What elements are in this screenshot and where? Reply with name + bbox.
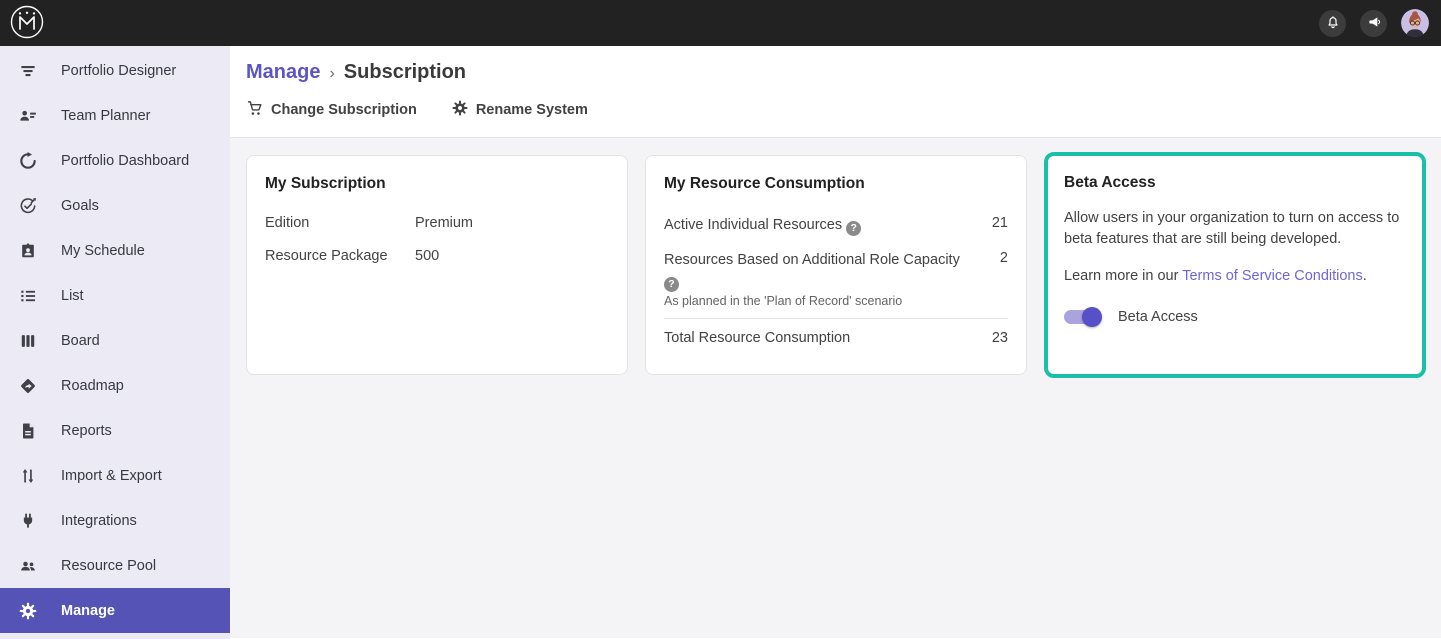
- beta-toggle-row: Beta Access: [1064, 309, 1406, 325]
- sidebar-item-label: Import & Export: [61, 468, 162, 484]
- sidebar-item-roadmap[interactable]: Roadmap: [0, 363, 230, 408]
- board-columns-icon: [17, 330, 39, 352]
- page-title: Subscription: [344, 61, 466, 84]
- sidebar-item-portfolio-designer[interactable]: Portfolio Designer: [0, 48, 230, 93]
- goals-target-icon: [17, 195, 39, 217]
- role-capacity-row: Resources Based on Additional Role Capac…: [664, 250, 1008, 292]
- role-capacity-value: 2: [992, 250, 1008, 266]
- sidebar-item-manage[interactable]: Manage: [0, 588, 230, 633]
- card-title: Beta Access: [1064, 174, 1406, 192]
- scenario-note: As planned in the 'Plan of Record' scena…: [664, 294, 1008, 308]
- roadmap-diamond-icon: [17, 375, 39, 397]
- my-subscription-card: My Subscription Edition Premium Resource…: [246, 155, 628, 375]
- main-area: Manage › Subscription Change Subscriptio…: [230, 46, 1441, 639]
- card-title: My Resource Consumption: [664, 175, 1008, 193]
- edition-label: Edition: [265, 215, 415, 231]
- sidebar-item-label: Portfolio Designer: [61, 63, 176, 79]
- sidebar-item-label: My Schedule: [61, 243, 145, 259]
- portfolio-designer-icon: [17, 60, 39, 82]
- beta-toggle-label: Beta Access: [1118, 309, 1198, 325]
- active-resources-row: Active Individual Resources ? 21: [664, 215, 1008, 236]
- gear-icon: [17, 600, 39, 622]
- sidebar: Portfolio Designer Team Planner Portfoli…: [0, 46, 230, 639]
- total-consumption-row: Total Resource Consumption 23: [664, 318, 1008, 346]
- edition-value: Premium: [415, 215, 473, 231]
- announcements-button[interactable]: [1360, 10, 1387, 37]
- sidebar-item-import-export[interactable]: Import & Export: [0, 453, 230, 498]
- page-header: Manage › Subscription Change Subscriptio…: [230, 46, 1441, 138]
- change-subscription-label: Change Subscription: [271, 102, 417, 118]
- sidebar-item-label: Board: [61, 333, 100, 349]
- portfolio-dashboard-icon: [17, 150, 39, 172]
- active-resources-label: Active Individual Resources ?: [664, 215, 861, 236]
- total-consumption-value: 23: [992, 330, 1008, 346]
- card-title: My Subscription: [265, 175, 609, 193]
- sidebar-item-board[interactable]: Board: [0, 318, 230, 363]
- people-group-icon: [17, 555, 39, 577]
- topbar-actions: [1319, 9, 1429, 37]
- change-subscription-button[interactable]: Change Subscription: [246, 99, 417, 121]
- sidebar-item-label: Goals: [61, 198, 99, 214]
- sidebar-item-label: Integrations: [61, 513, 137, 529]
- resource-package-value: 500: [415, 248, 439, 264]
- topbar: [0, 0, 1441, 46]
- sidebar-item-integrations[interactable]: Integrations: [0, 498, 230, 543]
- beta-access-card: Beta Access Allow users in your organiza…: [1044, 152, 1426, 378]
- help-icon[interactable]: ?: [846, 221, 861, 236]
- total-consumption-label: Total Resource Consumption: [664, 330, 850, 346]
- resource-package-label: Resource Package: [265, 248, 415, 264]
- sidebar-item-my-schedule[interactable]: My Schedule: [0, 228, 230, 273]
- sidebar-item-label: Team Planner: [61, 108, 150, 124]
- sidebar-item-goals[interactable]: Goals: [0, 183, 230, 228]
- user-avatar[interactable]: [1401, 9, 1429, 37]
- beta-description: Allow users in your organization to turn…: [1064, 208, 1406, 250]
- bell-icon: [1325, 14, 1341, 33]
- sidebar-item-label: Reports: [61, 423, 112, 439]
- notifications-button[interactable]: [1319, 10, 1346, 37]
- rename-system-button[interactable]: Rename System: [451, 99, 588, 121]
- rename-system-label: Rename System: [476, 102, 588, 118]
- toolbar: Change Subscription: [246, 99, 1441, 121]
- list-icon: [17, 285, 39, 307]
- sidebar-item-label: Roadmap: [61, 378, 124, 394]
- breadcrumb-manage-link[interactable]: Manage: [246, 61, 320, 84]
- document-icon: [17, 420, 39, 442]
- sidebar-item-reports[interactable]: Reports: [0, 408, 230, 453]
- beta-access-toggle[interactable]: [1064, 310, 1100, 324]
- help-icon[interactable]: ?: [664, 277, 679, 292]
- beta-learn-more: Learn more in our Terms of Service Condi…: [1064, 266, 1406, 287]
- sidebar-item-label: Portfolio Dashboard: [61, 153, 189, 169]
- megaphone-icon: [1366, 14, 1382, 33]
- plug-icon: [17, 510, 39, 532]
- schedule-badge-icon: [17, 240, 39, 262]
- edition-row: Edition Premium: [265, 215, 609, 231]
- gear-icon: [451, 99, 469, 121]
- role-capacity-label: Resources Based on Additional Role Capac…: [664, 250, 964, 292]
- toggle-thumb: [1082, 307, 1102, 327]
- content-area: My Subscription Edition Premium Resource…: [230, 138, 1441, 638]
- team-planner-icon: [17, 105, 39, 127]
- meisterplan-logo-icon: [9, 4, 45, 43]
- sidebar-item-portfolio-dashboard[interactable]: Portfolio Dashboard: [0, 138, 230, 183]
- resource-package-row: Resource Package 500: [265, 248, 609, 264]
- active-resources-value: 21: [984, 215, 1008, 231]
- sidebar-item-resource-pool[interactable]: Resource Pool: [0, 543, 230, 588]
- sidebar-item-list[interactable]: List: [0, 273, 230, 318]
- sidebar-item-label: List: [61, 288, 84, 304]
- resource-consumption-card: My Resource Consumption Active Individua…: [645, 155, 1027, 375]
- breadcrumb-separator-icon: ›: [329, 63, 334, 83]
- sidebar-item-label: Resource Pool: [61, 558, 156, 574]
- terms-of-service-link[interactable]: Terms of Service Conditions: [1182, 268, 1363, 284]
- arrows-up-down-icon: [17, 465, 39, 487]
- sidebar-item-label: Manage: [61, 603, 115, 619]
- app-logo-button[interactable]: [8, 4, 46, 42]
- breadcrumb: Manage › Subscription: [246, 61, 1441, 84]
- sidebar-item-team-planner[interactable]: Team Planner: [0, 93, 230, 138]
- shopping-cart-icon: [246, 99, 264, 121]
